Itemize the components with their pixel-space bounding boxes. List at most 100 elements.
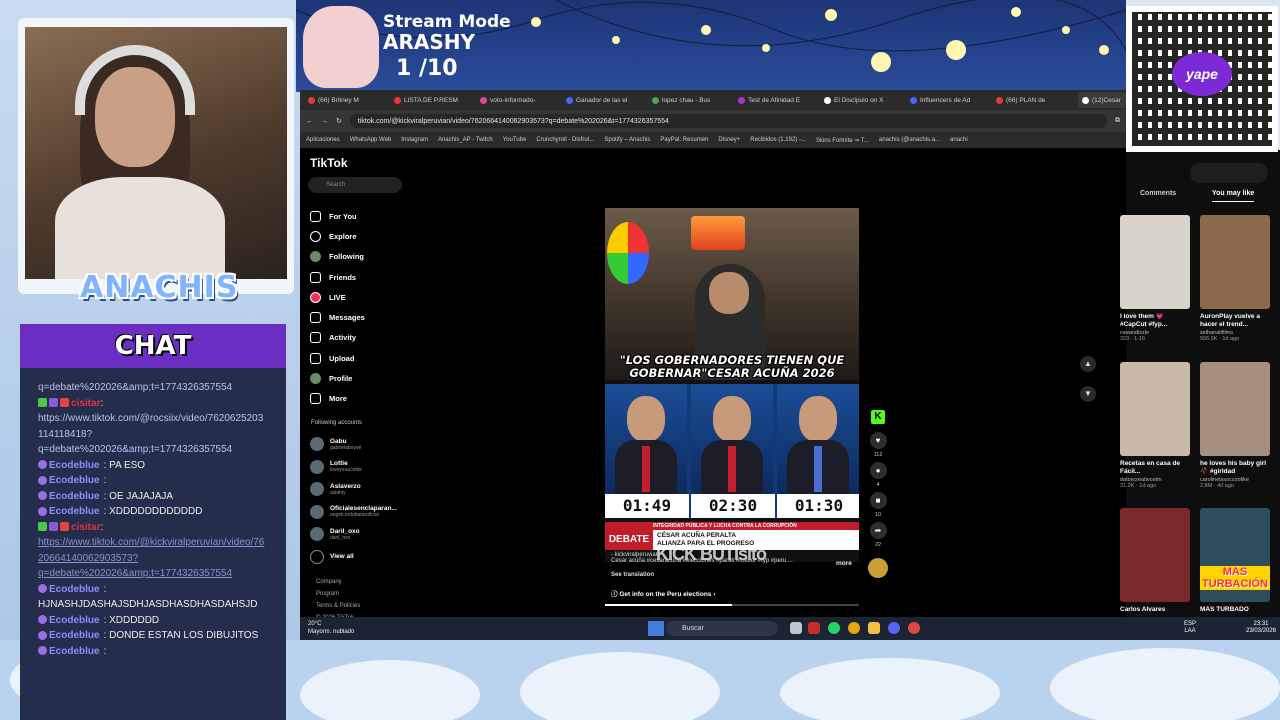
following-account[interactable]: Gabu gabrielaboyoé <box>310 433 397 456</box>
chat-username[interactable]: Ecodeblue <box>49 630 100 641</box>
footer-link[interactable]: Terms & Policies <box>316 600 360 612</box>
address-bar[interactable]: tiktok.com/@kickviralperuvian/video/7620… <box>349 114 1107 128</box>
bookmark-item[interactable]: Disney+ <box>718 137 740 143</box>
footer-link[interactable]: Company <box>316 576 360 588</box>
chat-text[interactable]: q=debate%202026&amp;t=1774326357554 <box>38 382 232 393</box>
following-account[interactable]: Daril_oxo daril_oxo <box>310 523 397 546</box>
bookmark-item[interactable]: WhatsApp Web <box>350 137 392 143</box>
footer-link[interactable]: Program <box>316 588 360 600</box>
sidebar-item-label: LIVE <box>329 292 346 302</box>
browser-tab[interactable]: (12)Cesar <box>1078 92 1126 108</box>
bookmark-item[interactable]: anachis (@anachis.a... <box>879 137 940 143</box>
chat-username[interactable]: Ecodeblue <box>49 646 100 657</box>
view-all-label: View all <box>330 553 354 561</box>
comment-icon[interactable]: ● <box>869 462 887 479</box>
bookmark-item[interactable]: YouTube <box>503 137 527 143</box>
sidebar-item-profile[interactable]: Profile <box>310 368 365 388</box>
browser-tab[interactable]: (66) Britney M <box>304 92 388 108</box>
suggested-video-card[interactable]: he loves his baby girl 🥀 #girldad carolin… <box>1200 362 1270 489</box>
sidebar-item-activity[interactable]: Activity <box>310 328 365 348</box>
chat-username[interactable]: cisitar <box>71 398 100 409</box>
bookmark-item[interactable]: Recibidos (1.192) -... <box>750 137 806 143</box>
video-player[interactable]: "LOS GOBERNADORES TIENEN QUE GOBERNAR"CE… <box>605 208 859 562</box>
sidebar-item-friends[interactable]: Friends <box>310 267 365 287</box>
chat-text[interactable]: https://www.tiktok.com/@kickviralperuvia… <box>38 537 264 564</box>
header-controls[interactable] <box>1190 163 1268 183</box>
music-disc-icon[interactable] <box>868 558 888 578</box>
following-account[interactable]: Oficialesenclaparan... angelcordobatarofi… <box>310 501 397 524</box>
forward-icon[interactable]: → <box>321 118 328 125</box>
sidebar-item-upload[interactable]: Upload <box>310 348 365 368</box>
chat-username[interactable]: Ecodeblue <box>49 475 100 486</box>
chat-text[interactable]: q=debate%202026&amp;t=1774326357554 <box>38 444 232 455</box>
browser-tab[interactable]: Test de Afinidad E <box>734 92 818 108</box>
sidebar-item-messages[interactable]: Messages <box>310 307 365 327</box>
sidebar-item-for-you[interactable]: For You <box>310 206 365 226</box>
start-icon[interactable] <box>648 621 664 636</box>
bookmark-item[interactable]: Crunchyroll - Disfrut... <box>536 137 594 143</box>
file-explorer-icon[interactable] <box>790 622 802 634</box>
tiktok-logo[interactable]: TikTok <box>310 156 348 170</box>
chrome-icon[interactable] <box>848 622 860 634</box>
chat-username[interactable]: Ecodeblue <box>49 584 100 595</box>
suggested-video-card[interactable]: I love them 💗 #CapCut #fyp... rawandizzle… <box>1120 215 1190 342</box>
chat-username[interactable]: Ecodeblue <box>49 460 100 471</box>
illustrator-icon[interactable] <box>808 622 820 634</box>
browser-tab[interactable]: El Discípulo on X <box>820 92 904 108</box>
extensions-icon[interactable]: ⧉ <box>1115 117 1120 125</box>
chat-message: Ecodeblue: <box>38 473 268 489</box>
bookmark-item[interactable]: anachi <box>950 137 968 143</box>
search-input[interactable]: Search <box>308 177 402 193</box>
sidebar-item-more[interactable]: More <box>310 389 365 409</box>
sidebar-item-explore[interactable]: Explore <box>310 226 365 246</box>
back-icon[interactable]: ← <box>306 118 313 125</box>
chevron-up-icon[interactable]: ▲ <box>1080 356 1096 372</box>
obs-icon[interactable] <box>908 622 920 634</box>
more-link[interactable]: more <box>836 560 852 567</box>
creator-avatar[interactable]: K <box>871 410 885 424</box>
suggested-video-card[interactable]: Recetas en casa de Fácil... datoscreativo… <box>1120 362 1190 489</box>
chat-username[interactable]: Ecodeblue <box>49 615 100 626</box>
view-all-link[interactable]: View all <box>310 546 397 569</box>
like-icon[interactable]: ♥ <box>869 432 887 449</box>
bookmark-item[interactable]: Skins Fortnite ⇒ T... <box>816 137 869 144</box>
tab-you-may-like[interactable]: You may like <box>1212 190 1255 202</box>
sidebar-item-following[interactable]: Following <box>310 247 365 267</box>
tab-comments[interactable]: Comments <box>1140 190 1176 197</box>
following-account[interactable]: Aslaverzo aslahly <box>310 478 397 501</box>
bookmark-item[interactable]: PayPal: Resumen <box>660 137 708 143</box>
browser-tab[interactable]: voto-informado- <box>476 92 560 108</box>
suggested-video-card[interactable]: Carlos Alvares <box>1120 508 1190 623</box>
election-info-link[interactable]: ⓘ Get info on the Peru elections › <box>611 588 715 598</box>
bookmark-item[interactable]: Spotify – Anachis <box>604 137 650 143</box>
chat-text[interactable]: https://www.tiktok.com/@rocsiix/video/76… <box>38 413 263 440</box>
browser-tab[interactable]: LISTA DE P.RESM <box>390 92 474 108</box>
suggested-video-card[interactable]: AuronPlay vuelve a hacer el trend... selh… <box>1200 215 1270 342</box>
taskbar-search[interactable]: Buscar <box>666 621 778 636</box>
bookmark-item[interactable]: Aplicaciones <box>306 137 340 143</box>
bookmark-item[interactable]: Instagram <box>401 137 428 143</box>
browser-tab[interactable]: (66) PLAN de <box>992 92 1076 108</box>
following-account[interactable]: Lottie loveyoua.lottie <box>310 456 397 479</box>
weather-widget[interactable]: 20°C Mayorm. nublado <box>308 620 354 636</box>
share-icon[interactable]: ➦ <box>869 522 887 539</box>
see-translation-link[interactable]: See translation <box>611 572 654 578</box>
chat-username[interactable]: cisitar <box>71 522 100 533</box>
sidebar-item-live[interactable]: LIVE <box>310 287 365 307</box>
reload-icon[interactable]: ↻ <box>336 117 342 125</box>
browser-tab[interactable]: lopez chau - Bus <box>648 92 732 108</box>
chat-username[interactable]: Ecodeblue <box>49 491 100 502</box>
browser-tab[interactable]: Influencers de Ad <box>906 92 990 108</box>
chat-text[interactable]: q=debate%202026&amp;t=1774326357554 <box>38 568 232 579</box>
video-progress-bar[interactable] <box>605 604 859 606</box>
folder-icon[interactable] <box>868 622 880 634</box>
chevron-down-icon[interactable]: ▼ <box>1080 386 1096 402</box>
bookmark-icon[interactable]: ■ <box>869 492 887 509</box>
bookmark-item[interactable]: Anachis_AP - Twitch <box>438 137 493 143</box>
chat-username[interactable]: Ecodeblue <box>49 506 100 517</box>
browser-tab[interactable]: Ganador de las el <box>562 92 646 108</box>
clock[interactable]: 23:31 23/03/2026 <box>1246 621 1276 635</box>
discord-icon[interactable] <box>888 622 900 634</box>
whatsapp-icon[interactable] <box>828 622 840 634</box>
language-indicator[interactable]: ESP LAA <box>1184 621 1196 635</box>
